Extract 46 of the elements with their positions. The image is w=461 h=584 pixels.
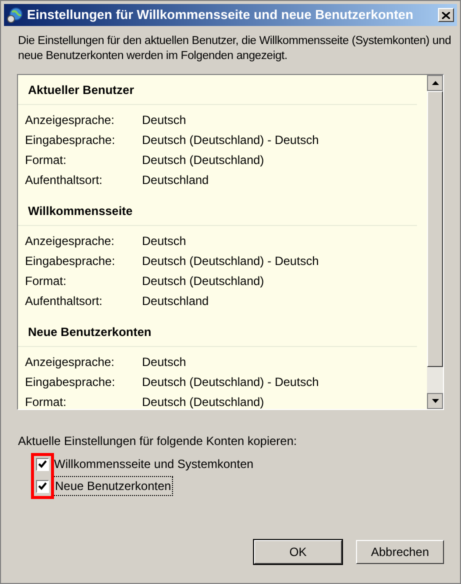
checkbox[interactable] <box>36 458 49 470</box>
scroll-up-button[interactable] <box>427 75 443 91</box>
setting-label: Anzeigesprache: <box>25 233 116 250</box>
section-heading: Willkommensseite <box>18 200 417 226</box>
close-icon <box>442 12 450 18</box>
setting-label: Eingabesprache: <box>25 132 116 149</box>
setting-label: Aufenthaltsort: <box>25 172 104 189</box>
setting-value: Deutsch <box>142 354 186 371</box>
setting-label: Anzeigesprache: <box>25 354 116 371</box>
check-icon <box>38 460 47 468</box>
setting-label: Format: <box>25 394 68 409</box>
section-heading: Aktueller Benutzer <box>18 79 417 105</box>
highlight-frame <box>31 453 54 499</box>
setting-value: Deutschland <box>142 172 209 189</box>
intro-text: Die Einstellungen für den aktuellen Benutzer, die Willkommensseite (Systemkonten) und neue Benutzerkonten werden im Folgenden angezeigt. <box>18 34 452 64</box>
setting-value: Deutsch <box>142 112 186 129</box>
checkbox[interactable] <box>36 480 49 492</box>
dialog-button[interactable]: OK <box>254 540 342 564</box>
close-button[interactable] <box>438 8 454 22</box>
setting-value: Deutsch (Deutschland) <box>142 394 264 409</box>
down-arrow-icon <box>432 399 438 403</box>
section-heading: Neue Benutzerkonten <box>18 321 417 347</box>
setting-label: Eingabesprache: <box>25 253 116 270</box>
setting-value: Deutsch (Deutschland) - Deutsch <box>142 374 319 391</box>
up-arrow-icon <box>432 81 438 85</box>
scroll-down-button[interactable] <box>427 393 443 409</box>
checkbox-label[interactable]: Willkommensseite und Systemkonten <box>53 455 254 473</box>
setting-value: Deutsch (Deutschland) - Deutsch <box>142 132 319 149</box>
checkbox-label[interactable]: Neue Benutzerkonten <box>53 476 174 496</box>
setting-label: Eingabesprache: <box>25 374 116 391</box>
setting-value: Deutsch (Deutschland) - Deutsch <box>142 253 319 270</box>
check-icon <box>38 482 47 490</box>
setting-label: Format: <box>25 273 68 290</box>
dialog-button[interactable]: Abbrechen <box>356 540 444 564</box>
setting-value: Deutsch (Deutschland) <box>142 152 264 169</box>
window-title: Einstellungen für Willkommensseite und neue Benutzerkonten <box>27 6 414 24</box>
setting-label: Aufenthaltsort: <box>25 293 104 310</box>
setting-value: Deutschland <box>142 293 209 310</box>
setting-value: Deutsch (Deutschland) <box>142 273 264 290</box>
copy-label: Aktuelle Einstellungen für folgende Konten kopieren: <box>18 433 298 450</box>
scroll-thumb[interactable] <box>427 91 443 367</box>
globe-icon <box>7 7 23 23</box>
setting-value: Deutsch <box>142 233 186 250</box>
setting-label: Anzeigesprache: <box>25 112 116 129</box>
scrollbar[interactable] <box>427 75 443 409</box>
setting-label: Format: <box>25 152 68 169</box>
